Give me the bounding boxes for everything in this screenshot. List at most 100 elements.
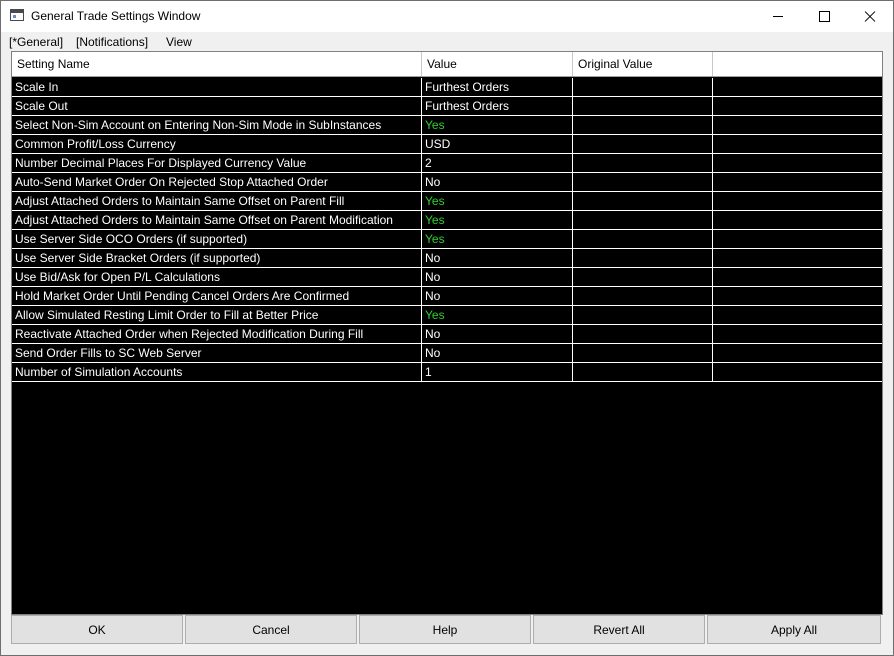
maximize-icon: [818, 11, 830, 22]
table-row[interactable]: Send Order Fills to SC Web Server No: [12, 344, 882, 363]
extra-cell: [713, 97, 882, 115]
extra-cell: [713, 154, 882, 172]
setting-value-cell[interactable]: No: [422, 249, 573, 267]
extra-cell: [713, 268, 882, 286]
original-value-cell: [573, 230, 713, 248]
title-bar[interactable]: General Trade Settings Window: [1, 1, 893, 32]
setting-name-cell: Hold Market Order Until Pending Cancel O…: [12, 287, 422, 305]
setting-value-cell[interactable]: Furthest Orders: [422, 97, 573, 115]
extra-cell: [713, 78, 882, 96]
setting-value-cell[interactable]: No: [422, 287, 573, 305]
minimize-button[interactable]: [755, 1, 801, 32]
menu-view[interactable]: View: [166, 35, 192, 49]
setting-value-cell[interactable]: 2: [422, 154, 573, 172]
setting-name-cell: Reactivate Attached Order when Rejected …: [12, 325, 422, 343]
original-value-cell: [573, 363, 713, 381]
menu-bar: [*General] [Notifications] View: [1, 32, 893, 51]
setting-name-cell: Number Decimal Places For Displayed Curr…: [12, 154, 422, 172]
extra-cell: [713, 135, 882, 153]
original-value-cell: [573, 78, 713, 96]
revert-all-button[interactable]: Revert All: [533, 615, 705, 644]
table-row[interactable]: Allow Simulated Resting Limit Order to F…: [12, 306, 882, 325]
table-row[interactable]: Scale In Furthest Orders: [12, 78, 882, 97]
original-value-cell: [573, 325, 713, 343]
extra-cell: [713, 230, 882, 248]
setting-value-cell[interactable]: No: [422, 325, 573, 343]
column-header-original-value[interactable]: Original Value: [573, 52, 713, 76]
grid-rows: Scale In Furthest Orders Scale Out Furthest…: [12, 78, 882, 382]
table-row[interactable]: Common Profit/Loss Currency USD: [12, 135, 882, 154]
original-value-cell: [573, 211, 713, 229]
ok-button[interactable]: OK: [11, 615, 183, 644]
original-value-cell: [573, 154, 713, 172]
table-row[interactable]: Use Bid/Ask for Open P/L Calculations No: [12, 268, 882, 287]
table-row[interactable]: Select Non-Sim Account on Entering Non-S…: [12, 116, 882, 135]
table-row[interactable]: Use Server Side Bracket Orders (if suppo…: [12, 249, 882, 268]
setting-value-cell[interactable]: No: [422, 268, 573, 286]
menu-notifications[interactable]: [Notifications]: [76, 35, 148, 49]
setting-value-cell[interactable]: Yes: [422, 192, 573, 210]
maximize-button[interactable]: [801, 1, 847, 32]
original-value-cell: [573, 135, 713, 153]
setting-value-cell[interactable]: Yes: [422, 306, 573, 324]
column-header-empty: [713, 52, 882, 76]
extra-cell: [713, 363, 882, 381]
extra-cell: [713, 192, 882, 210]
setting-name-cell: Use Bid/Ask for Open P/L Calculations: [12, 268, 422, 286]
setting-value-cell[interactable]: Yes: [422, 230, 573, 248]
original-value-cell: [573, 306, 713, 324]
original-value-cell: [573, 116, 713, 134]
setting-name-cell: Auto-Send Market Order On Rejected Stop …: [12, 173, 422, 191]
original-value-cell: [573, 249, 713, 267]
extra-cell: [713, 344, 882, 362]
setting-name-cell: Number of Simulation Accounts: [12, 363, 422, 381]
setting-value-cell[interactable]: No: [422, 173, 573, 191]
menu-general[interactable]: [*General]: [9, 35, 63, 49]
setting-name-cell: Adjust Attached Orders to Maintain Same …: [12, 192, 422, 210]
column-header-setting-name[interactable]: Setting Name: [12, 52, 422, 76]
extra-cell: [713, 173, 882, 191]
extra-cell: [713, 325, 882, 343]
setting-value-cell[interactable]: 1: [422, 363, 573, 381]
column-header-value[interactable]: Value: [422, 52, 573, 76]
table-row[interactable]: Number Decimal Places For Displayed Curr…: [12, 154, 882, 173]
table-row[interactable]: Hold Market Order Until Pending Cancel O…: [12, 287, 882, 306]
extra-cell: [713, 306, 882, 324]
setting-value-cell[interactable]: Furthest Orders: [422, 78, 573, 96]
button-bar: OK Cancel Help Revert All Apply All: [11, 615, 883, 645]
original-value-cell: [573, 192, 713, 210]
original-value-cell: [573, 97, 713, 115]
cancel-button[interactable]: Cancel: [185, 615, 357, 644]
window-title: General Trade Settings Window: [31, 9, 201, 23]
original-value-cell: [573, 268, 713, 286]
setting-value-cell[interactable]: No: [422, 344, 573, 362]
setting-value-cell[interactable]: Yes: [422, 116, 573, 134]
table-row[interactable]: Reactivate Attached Order when Rejected …: [12, 325, 882, 344]
table-row[interactable]: Adjust Attached Orders to Maintain Same …: [12, 192, 882, 211]
original-value-cell: [573, 344, 713, 362]
setting-name-cell: Adjust Attached Orders to Maintain Same …: [12, 211, 422, 229]
help-button[interactable]: Help: [359, 615, 531, 644]
close-button[interactable]: [847, 1, 893, 32]
table-row[interactable]: Number of Simulation Accounts 1: [12, 363, 882, 382]
grid-header: Setting Name Value Original Value: [12, 52, 882, 77]
setting-name-cell: Common Profit/Loss Currency: [12, 135, 422, 153]
extra-cell: [713, 249, 882, 267]
table-row[interactable]: Adjust Attached Orders to Maintain Same …: [12, 211, 882, 230]
close-icon: [864, 11, 876, 23]
table-row[interactable]: Scale Out Furthest Orders: [12, 97, 882, 116]
table-row[interactable]: Auto-Send Market Order On Rejected Stop …: [12, 173, 882, 192]
setting-name-cell: Use Server Side OCO Orders (if supported…: [12, 230, 422, 248]
settings-grid[interactable]: Setting Name Value Original Value Scale …: [11, 51, 883, 615]
original-value-cell: [573, 287, 713, 305]
original-value-cell: [573, 173, 713, 191]
extra-cell: [713, 116, 882, 134]
minimize-icon: [773, 16, 783, 17]
setting-value-cell[interactable]: Yes: [422, 211, 573, 229]
setting-name-cell: Scale Out: [12, 97, 422, 115]
setting-value-cell[interactable]: USD: [422, 135, 573, 153]
table-row[interactable]: Use Server Side OCO Orders (if supported…: [12, 230, 882, 249]
apply-all-button[interactable]: Apply All: [707, 615, 881, 644]
setting-name-cell: Allow Simulated Resting Limit Order to F…: [12, 306, 422, 324]
extra-cell: [713, 211, 882, 229]
